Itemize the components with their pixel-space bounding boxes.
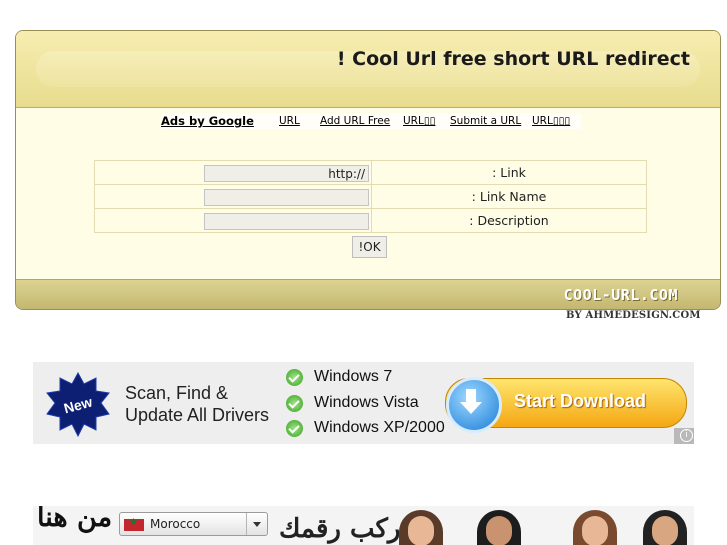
person-photo bbox=[643, 510, 687, 545]
link-form-table: : Link : Link Name : Description bbox=[94, 160, 647, 233]
driver-ad-banner[interactable]: New Scan, Find & Update All Drivers Wind… bbox=[33, 362, 694, 444]
form-row-link: : Link bbox=[94, 160, 647, 185]
check-icon bbox=[286, 369, 303, 386]
ads-by-google-link[interactable]: Ads by Google bbox=[161, 114, 254, 128]
add-url-free-link[interactable]: Add URL Free bbox=[320, 115, 390, 127]
ad-info-icon[interactable] bbox=[674, 428, 694, 444]
url-link[interactable]: URL bbox=[279, 115, 300, 127]
check-icon bbox=[286, 420, 303, 437]
new-badge-icon: New bbox=[46, 372, 110, 438]
description-input[interactable] bbox=[204, 213, 369, 231]
link-name-input[interactable] bbox=[204, 189, 369, 207]
os-label: Windows 7 bbox=[314, 368, 393, 385]
ad-arabic-text-2: ركب رقمك bbox=[279, 514, 401, 544]
os-label: Windows Vista bbox=[314, 393, 419, 411]
link-label: : Link bbox=[371, 160, 647, 185]
panel-header: ! Cool Url free short URL redirect bbox=[16, 31, 720, 108]
country-select[interactable]: Morocco bbox=[119, 512, 268, 536]
link-bar: Ads by Google URL Add URL Free URL▯▯ Sub… bbox=[161, 113, 581, 129]
country-selected-value: Morocco bbox=[150, 517, 201, 531]
person-photo bbox=[477, 510, 521, 545]
form-row-name: : Link Name bbox=[94, 184, 647, 209]
description-label: : Description bbox=[371, 208, 647, 233]
ad-arabic-text: من هنا bbox=[37, 506, 113, 533]
check-icon bbox=[286, 394, 303, 412]
ok-button[interactable]: !OK bbox=[352, 236, 387, 258]
form-row-description: : Description bbox=[94, 208, 647, 233]
person-photo bbox=[573, 510, 617, 545]
download-arrow-icon bbox=[446, 377, 502, 433]
os-label: Windows XP/2000 bbox=[314, 419, 445, 436]
ad-headline-2: Update All Drivers bbox=[125, 405, 270, 425]
panel-footer: COOL-URL.COM bbox=[16, 279, 720, 309]
url-link-3[interactable]: URL▯▯▯ bbox=[532, 115, 570, 127]
url-link-2[interactable]: URL▯▯ bbox=[403, 115, 435, 127]
person-photo bbox=[399, 510, 443, 545]
url-form-panel: ! Cool Url free short URL redirect Ads b… bbox=[15, 30, 721, 310]
chevron-down-icon bbox=[246, 513, 267, 535]
submit-url-link[interactable]: Submit a URL bbox=[450, 115, 521, 127]
cool-url-logo: COOL-URL.COM bbox=[563, 286, 678, 304]
morocco-flag-icon bbox=[124, 517, 144, 531]
designer-byline: BY AHMEDESIGN.COM bbox=[566, 310, 701, 321]
link-input[interactable] bbox=[204, 165, 369, 183]
start-download-button[interactable]: Start Download bbox=[445, 377, 687, 433]
phone-ad-banner[interactable]: من هنا Morocco ركب رقمك bbox=[33, 506, 694, 545]
start-download-label: Start Download bbox=[514, 391, 647, 411]
ad-headline-1: Scan, Find & bbox=[125, 383, 229, 403]
link-name-label: : Link Name bbox=[371, 184, 647, 209]
page-title: ! Cool Url free short URL redirect bbox=[336, 48, 690, 70]
